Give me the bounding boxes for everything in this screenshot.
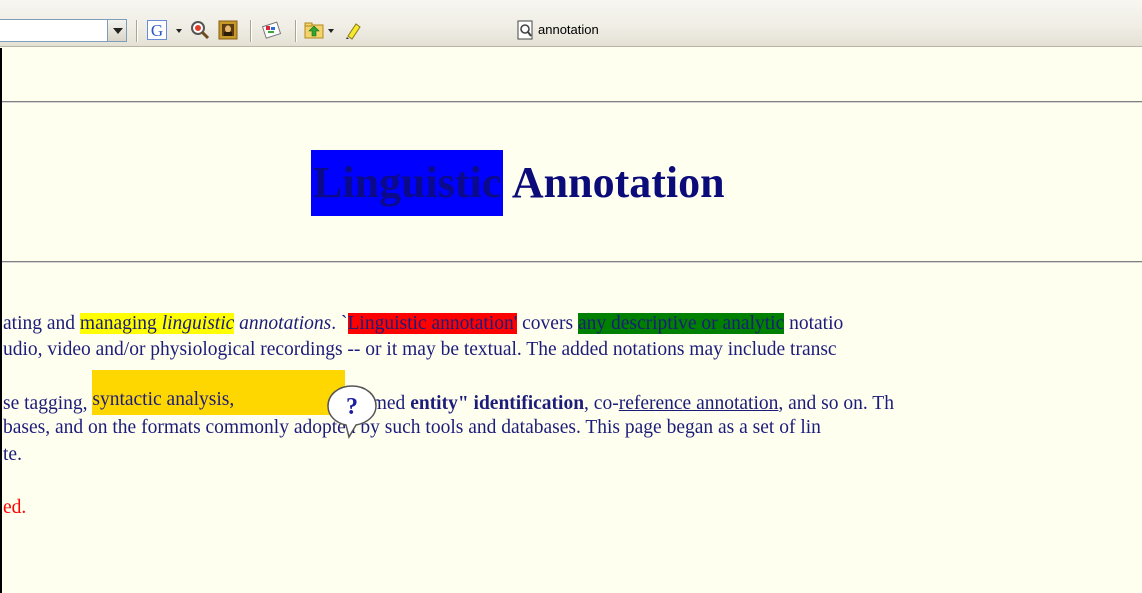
toolbar-separator xyxy=(295,20,296,42)
text-span: , co- xyxy=(584,393,619,414)
highlight-green: any descriptive or analytic xyxy=(577,313,785,334)
google-icon[interactable]: G xyxy=(147,20,167,40)
question-bubble-icon[interactable]: ? xyxy=(325,383,379,439)
text-span: , and so on. Th xyxy=(778,393,894,414)
folder-dropdown-arrow-icon[interactable] xyxy=(328,29,334,33)
title-rest: Annotation xyxy=(511,158,725,207)
paragraph-2-line-1: se tagging, syntactic analysis, "named en… xyxy=(3,370,894,415)
highlight-red: Linguistic annotation' xyxy=(347,313,518,334)
paragraph-1-line-2: udio, video and/or physiological recordi… xyxy=(3,339,837,360)
text-span: covers xyxy=(517,313,578,334)
toolbar-separator xyxy=(136,20,137,42)
folder-up-icon[interactable] xyxy=(304,20,324,40)
highlighter-icon[interactable] xyxy=(344,20,364,40)
svg-text:?: ? xyxy=(346,394,358,420)
browser-window: G annotation Linguistic Annotation ating… xyxy=(0,0,1142,593)
text-span: se tagging, xyxy=(3,393,93,414)
page-title: Linguistic Annotation xyxy=(311,150,725,216)
sticker-tool-icon[interactable] xyxy=(262,20,282,40)
bold-text: entity" identification xyxy=(410,393,585,414)
search-magnifier-icon[interactable] xyxy=(190,20,210,40)
toolbar-separator xyxy=(250,20,251,42)
page-find-icon[interactable] xyxy=(516,20,536,40)
text-span: . ` xyxy=(331,313,348,334)
paragraph-1-line-1: ating and managing linguistic annotation… xyxy=(3,313,843,335)
browser-toolbar: G annotation xyxy=(0,0,1142,47)
address-dropdown-arrow[interactable] xyxy=(107,19,127,42)
italic-text: annotations xyxy=(239,313,332,334)
address-combo-input[interactable] xyxy=(0,19,110,42)
window-left-border xyxy=(0,48,2,593)
highlight-gold: syntactic analysis, xyxy=(92,370,346,415)
google-letter: G xyxy=(151,21,163,40)
horizontal-rule-bottom xyxy=(2,261,1142,263)
google-dropdown-arrow-icon[interactable] xyxy=(176,29,182,33)
highlight-yellow-italic: linguistic xyxy=(161,313,235,334)
text-span: notatio xyxy=(784,313,844,334)
highlight-yellow: managing xyxy=(79,313,157,334)
highlight-gold-text: syntactic analysis, xyxy=(92,389,235,410)
paragraph-2-line-2: bases, and on the formats commonly adopt… xyxy=(3,417,821,438)
mona-lisa-icon[interactable] xyxy=(218,20,238,40)
paragraph-3-line-1: ed. xyxy=(3,497,27,518)
find-term-button[interactable]: annotation xyxy=(538,22,599,37)
horizontal-rule-top xyxy=(2,101,1142,103)
paragraph-2-line-3: te. xyxy=(3,444,22,465)
underlined-link-text[interactable]: reference annotation xyxy=(619,393,779,414)
text-span xyxy=(156,313,162,334)
title-highlighted-word: Linguistic xyxy=(311,150,504,216)
text-span: ating and xyxy=(3,313,80,334)
